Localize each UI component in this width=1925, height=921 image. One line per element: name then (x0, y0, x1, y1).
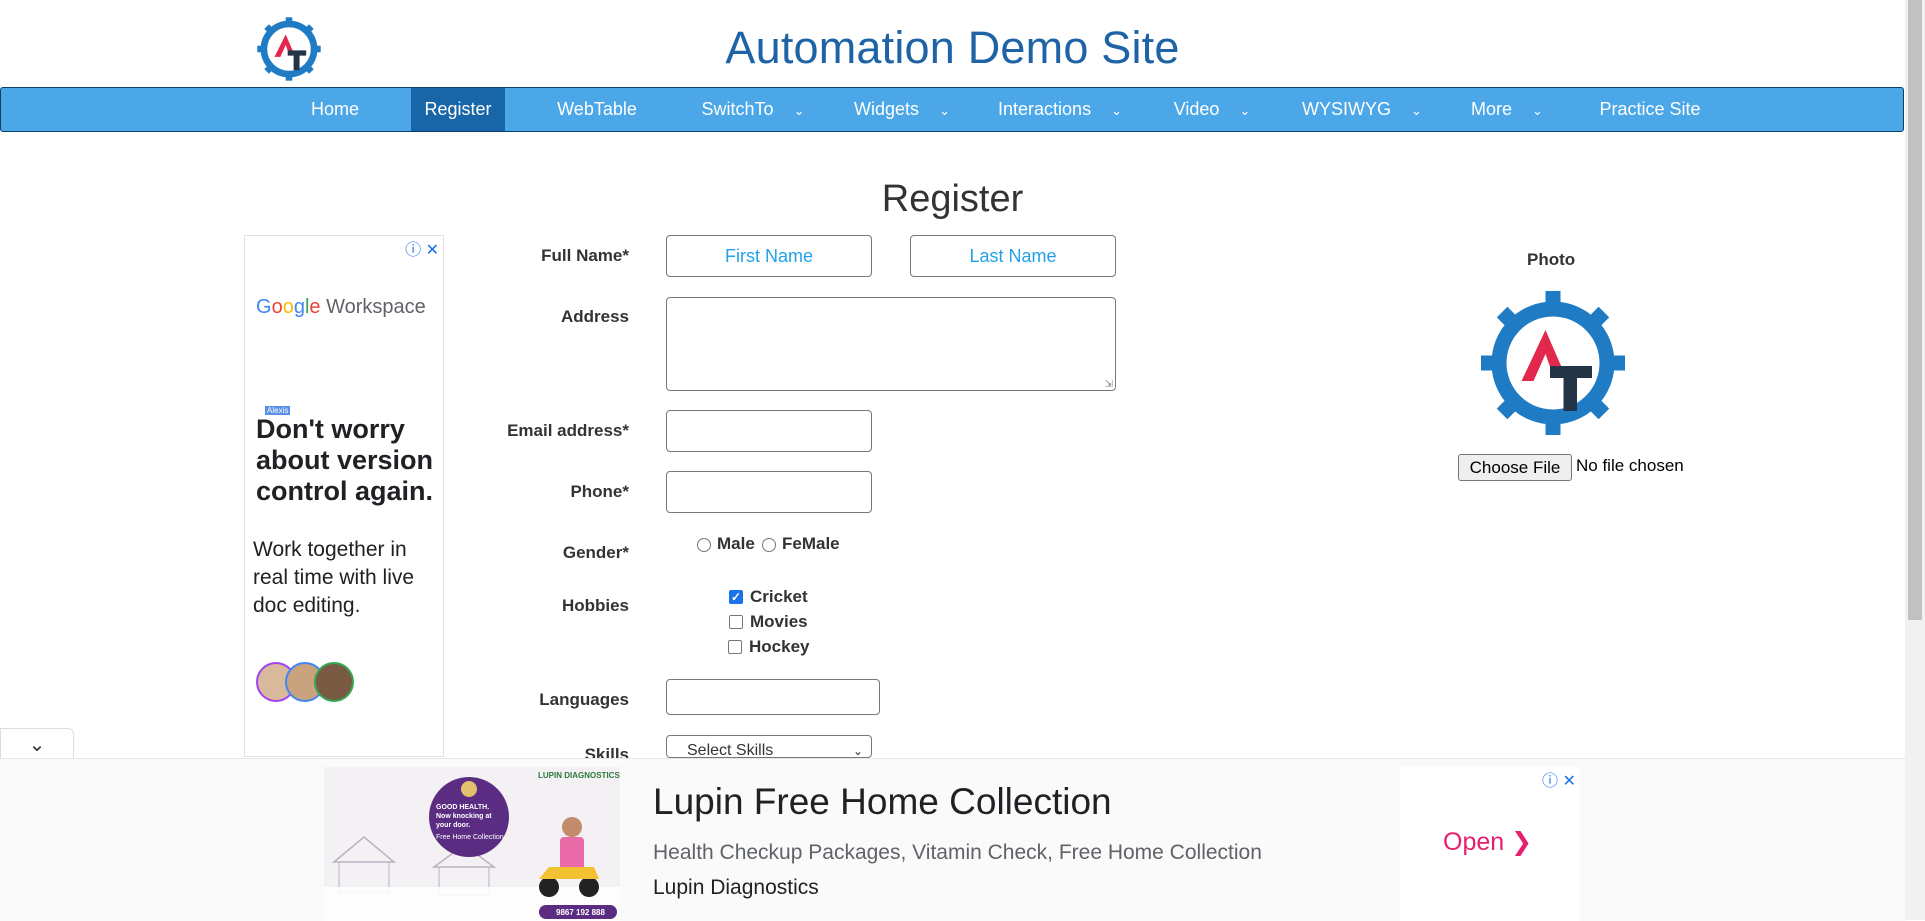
nav-switchto[interactable]: SwitchTo ⌄ (693, 88, 813, 131)
last-name-input[interactable]: Last Name (910, 235, 1116, 277)
nav-practice-site-label: Practice Site (1599, 99, 1701, 119)
bottom-ad-description: Health Checkup Packages, Vitamin Check, … (653, 841, 1262, 864)
email-label: Email address* (507, 421, 629, 440)
nav-interactions[interactable]: Interactions ⌄ (995, 88, 1125, 131)
gender-male-radio[interactable] (697, 538, 711, 552)
first-name-input[interactable]: First Name (666, 235, 872, 277)
nav-switchto-label: SwitchTo (701, 99, 774, 119)
skills-select[interactable]: Select Skills ⌄ (666, 735, 872, 758)
open-button-label: Open (1443, 828, 1505, 856)
phone-label: Phone* (570, 482, 629, 501)
full-name-label: Full Name* (541, 246, 629, 265)
hobby-cricket-checkbox[interactable]: ✓ (729, 590, 743, 604)
skills-select-value: Select Skills (687, 742, 774, 758)
gender-label: Gender* (562, 543, 629, 562)
hobby-hockey-label: Hockey (749, 637, 810, 656)
nav-widgets[interactable]: Widgets ⌄ (849, 88, 955, 131)
nav-more-label: More (1471, 99, 1513, 119)
chevron-down-icon: ⌄ (1532, 102, 1543, 118)
nav-home-label: Home (310, 99, 359, 119)
ad-image[interactable]: LUPIN DIAGNOSTICS GOOD HEALTH. Now knock… (324, 767, 620, 921)
collapse-ad-button[interactable]: ⌄ (0, 728, 74, 762)
nav-video-label: Video (1173, 99, 1220, 119)
nav-wysiwyg-label: WYSIWYG (1302, 99, 1392, 119)
chevron-down-icon: ⌄ (939, 102, 950, 118)
google-workspace-logo: Google Workspace (256, 296, 426, 318)
photo-preview (1481, 291, 1625, 435)
nav-interactions-label: Interactions (998, 99, 1092, 119)
bottom-ad-banner[interactable]: LUPIN DIAGNOSTICS GOOD HEALTH. Now knock… (0, 758, 1905, 921)
ad-image-sub: Free Home Collection (436, 834, 504, 841)
ad-image-brand: LUPIN DIAGNOSTICS (538, 771, 620, 780)
choose-file-button[interactable]: Choose File (1458, 454, 1572, 481)
bottom-ad-advertiser: Lupin Diagnostics (653, 876, 819, 899)
chevron-down-icon: ⌄ (1239, 102, 1251, 118)
hobby-cricket-label: Cricket (750, 587, 808, 606)
chevron-down-icon: ⌄ (1411, 102, 1422, 118)
ad-body: Work together in real time with live doc… (253, 538, 415, 617)
hobby-movies-checkbox[interactable] (729, 615, 743, 629)
gender-female-label: FeMale (782, 534, 840, 553)
chevron-down-icon: ⌄ (852, 744, 863, 758)
hobby-movies-label: Movies (750, 612, 808, 631)
hobby-hockey-checkbox[interactable] (728, 640, 742, 654)
email-input[interactable] (666, 410, 872, 452)
languages-label: Languages (539, 690, 629, 709)
site-title: Automation Demo Site (725, 22, 1180, 73)
ad-image-headline: GOOD HEALTH. Now knocking at your door. (436, 804, 492, 829)
no-file-text: No file chosen (1576, 456, 1684, 475)
resize-handle-icon[interactable]: ⇲ (1105, 379, 1113, 390)
nav-webtable[interactable]: WebTable (545, 88, 649, 131)
chevron-down-icon: ⌄ (28, 734, 46, 756)
phone-input[interactable] (666, 471, 872, 513)
scrollbar-thumb[interactable] (1908, 0, 1922, 620)
hobbies-label: Hobbies (561, 596, 629, 615)
ad-illustration (324, 767, 620, 921)
nav-practice-site[interactable]: Practice Site (1585, 88, 1715, 131)
nav-more[interactable]: More ⌄ (1465, 88, 1549, 131)
languages-input[interactable] (666, 679, 880, 715)
nav-webtable-label: WebTable (557, 99, 637, 119)
gender-male-label: Male (717, 534, 755, 553)
open-button[interactable]: Open ❯ (1443, 827, 1532, 857)
address-textarea[interactable]: ⇲ (666, 297, 1116, 391)
left-ad[interactable]: ⓘ ✕ Google Workspace Alexis Don't worry … (244, 235, 444, 757)
avatar (314, 662, 354, 702)
photo-label: Photo (1527, 250, 1576, 269)
nav-register-label: Register (424, 99, 492, 119)
ad-choices-icon[interactable]: ⓘ ✕ (1542, 767, 1576, 791)
nav-widgets-label: Widgets (854, 99, 920, 119)
ad-headline: Don't worry about version control again. (256, 414, 434, 506)
ad-image-phone: 9867 192 888 (556, 908, 605, 917)
page-title: Register (881, 178, 1024, 220)
nav-register[interactable]: Register (411, 88, 505, 131)
main-navbar: Home Register WebTable SwitchTo ⌄ Widgets… (0, 87, 1904, 132)
address-label: Address (560, 307, 629, 326)
nav-wysiwyg[interactable]: WYSIWYG ⌄ (1295, 88, 1429, 131)
chevron-down-icon: ⌄ (1111, 102, 1122, 118)
nav-video[interactable]: Video ⌄ (1167, 88, 1257, 131)
chevron-right-icon: ❯ (1511, 828, 1533, 856)
bottom-ad-title[interactable]: Lupin Free Home Collection (653, 781, 1112, 823)
chevron-down-icon: ⌄ (793, 102, 805, 118)
nav-home[interactable]: Home (299, 88, 371, 131)
gender-female-radio[interactable] (762, 538, 776, 552)
